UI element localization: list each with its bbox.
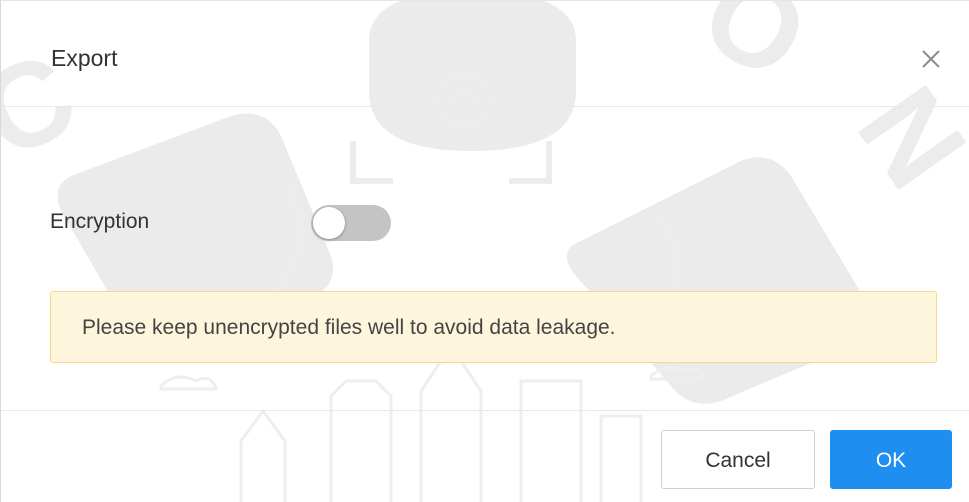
- notice-text: Please keep unencrypted files well to av…: [82, 316, 616, 339]
- encryption-toggle[interactable]: [311, 205, 391, 241]
- warning-notice: Please keep unencrypted files well to av…: [50, 291, 937, 363]
- dialog-body: Encryption Please keep unencrypted files…: [1, 107, 969, 410]
- cancel-button[interactable]: Cancel: [661, 430, 815, 489]
- encryption-label: Encryption: [50, 210, 150, 233]
- dialog-footer: Cancel OK: [1, 410, 969, 502]
- toggle-knob: [313, 207, 345, 239]
- close-icon[interactable]: [917, 45, 945, 73]
- dialog-header: Export: [1, 1, 969, 107]
- dialog-title: Export: [51, 45, 118, 71]
- export-dialog: C O N Export Encryption Please keep unen…: [0, 0, 969, 502]
- ok-button[interactable]: OK: [830, 430, 952, 489]
